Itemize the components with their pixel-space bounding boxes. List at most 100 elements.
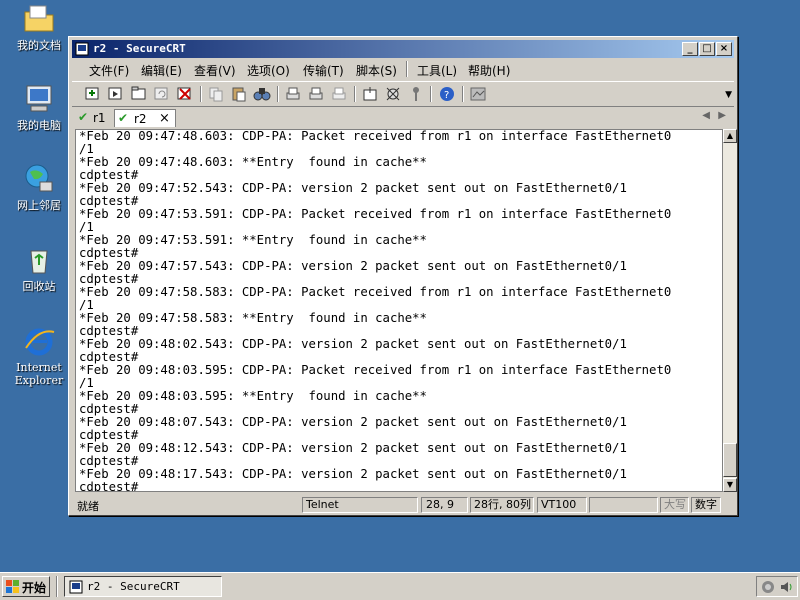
connect-tab-icon[interactable] [130,85,148,103]
tab-r2[interactable]: ✔ r2 × [114,109,176,127]
folder-icon [22,2,56,36]
menu-help[interactable]: 帮助(H) [468,62,510,79]
terminal-line: *Feb 20 09:48:07.543: CDP-PA: version 2 … [79,415,627,429]
connected-check-icon: ✔ [78,110,89,124]
terminal-line: *Feb 20 09:47:58.583: CDP-PA: Packet rec… [79,285,672,299]
tab-scroll-left-icon[interactable]: ◀ [702,110,710,121]
menu-view[interactable]: 查看(V) [194,62,236,79]
taskbar-item-securecrt[interactable]: r2 - SecureCRT [64,576,222,597]
status-size: 28行, 80列 [470,497,534,513]
print-screen-icon[interactable] [284,85,302,103]
status-cursor: 28, 9 [421,497,468,513]
maximize-button[interactable]: □ [699,42,715,56]
tab-scroll-right-icon[interactable]: ▶ [718,110,726,121]
map-icon[interactable] [469,85,487,103]
find-icon[interactable] [253,85,271,103]
scroll-thumb[interactable] [723,443,737,477]
connected-check-icon: ✔ [118,111,129,125]
tab-label: r2 [134,112,147,126]
menu-edit[interactable]: 编辑(E) [141,62,182,79]
help-icon[interactable]: ? [438,85,456,103]
securecrt-app-icon [75,42,89,56]
menu-script[interactable]: 脚本(S) [356,62,397,79]
internet-explorer-icon [22,324,56,358]
scroll-down-button[interactable]: ▼ [723,478,737,492]
copy-icon[interactable] [207,85,225,103]
desktop-icon-label: 回收站 [22,280,56,293]
taskbar: 开始 r2 - SecureCRT [0,572,800,600]
toolbar-overflow-icon[interactable]: ▼ [725,90,732,100]
toolbar-separator [277,86,279,102]
menu-file[interactable]: 文件(F) [89,62,129,79]
menu-transfer[interactable]: 传输(T) [303,62,344,79]
windows-logo-icon [6,580,19,596]
status-num: 数字 [691,497,721,513]
desktop-icon-internet-explorer[interactable]: Internet Explorer [4,324,74,387]
session-options-icon[interactable] [361,85,379,103]
toolbar-separator [354,86,356,102]
disconnect-icon[interactable] [176,85,194,103]
reconnect-icon[interactable] [153,85,171,103]
recycle-bin-icon [22,243,56,277]
menu-bar: 文件(F) 编辑(E) 查看(V) 选项(O) 传输(T) 脚本(S) 工具(L… [72,59,734,79]
terminal-line: cdptest# [79,480,139,492]
toolbar-separator [200,86,202,102]
minimize-button[interactable]: _ [682,42,698,56]
desktop-icon-label: 网上邻居 [17,199,61,212]
status-protocol: Telnet [302,497,418,513]
terminal-line: *Feb 20 09:47:53.591: CDP-PA: Packet rec… [79,207,672,221]
status-ready: 就绪 [77,500,99,513]
tab-r1[interactable]: ✔ r1 [76,109,112,127]
toolbar: ? ▼ [72,81,734,107]
terminal-line: *Feb 20 09:47:52.543: CDP-PA: version 2 … [79,181,627,195]
taskbar-separator [56,576,58,597]
tray-network-icon[interactable] [761,580,775,597]
desktop-icon-recycle-bin[interactable]: 回收站 [4,243,74,293]
taskbar-item-label: r2 - SecureCRT [87,580,180,593]
desktop-icon-label: 我的文档 [17,39,61,52]
status-empty [589,497,658,513]
network-icon [22,162,56,196]
menu-options[interactable]: 选项(O) [247,62,290,79]
keymap-icon[interactable] [407,85,425,103]
tab-close-icon[interactable]: × [159,111,170,126]
terminal-line: *Feb 20 09:48:02.543: CDP-PA: version 2 … [79,337,627,351]
terminal-lines: *Feb 20 09:47:48.603: CDP-PA: Packet rec… [79,129,672,492]
terminal-line: *Feb 20 09:48:12.543: CDP-PA: version 2 … [79,441,627,455]
terminal-line: *Feb 20 09:47:58.583: **Entry found in c… [79,311,427,325]
print-icon[interactable] [330,85,348,103]
menu-tools[interactable]: 工具(L) [417,62,457,79]
close-button[interactable]: × [716,42,732,56]
title-bar[interactable]: r2 - SecureCRT _ □ × [72,40,734,58]
terminal-line: *Feb 20 09:48:03.595: **Entry found in c… [79,389,427,403]
toolbar-separator [462,86,464,102]
start-button[interactable]: 开始 [2,576,50,597]
toolbar-separator [430,86,432,102]
status-bar: 就绪 Telnet 28, 9 28行, 80列 VT100 大写 数字 [72,496,734,514]
start-label: 开始 [22,581,47,595]
terminal-output[interactable]: *Feb 20 09:47:48.603: CDP-PA: Packet rec… [75,129,723,492]
global-options-icon[interactable] [384,85,402,103]
quick-connect-icon[interactable] [107,85,125,103]
paste-icon[interactable] [230,85,248,103]
status-emulation: VT100 [537,497,587,513]
computer-icon [22,82,56,116]
menu-separator [406,61,408,77]
print-selection-icon[interactable] [307,85,325,103]
window-title: r2 - SecureCRT [93,42,186,55]
terminal-line: *Feb 20 09:48:17.543: CDP-PA: version 2 … [79,467,627,481]
desktop-icon-label: Internet Explorer [14,361,64,387]
tray-volume-icon[interactable] [779,580,793,597]
terminal-line: *Feb 20 09:47:48.603: **Entry found in c… [79,155,427,169]
desktop-icon-my-documents[interactable]: 我的文档 [4,2,74,52]
desktop-icon-my-computer[interactable]: 我的电脑 [4,82,74,132]
status-caps: 大写 [660,497,689,513]
scroll-up-button[interactable]: ▲ [723,129,737,143]
svg-text:?: ? [444,90,449,101]
session-tabs: ✔ r1 ✔ r2 × ◀ ▶ [72,107,734,128]
desktop-icon-label: 我的电脑 [17,119,61,132]
vertical-scrollbar[interactable]: ▲ ▼ [723,129,737,492]
terminal-line: *Feb 20 09:47:48.603: CDP-PA: Packet rec… [79,129,672,143]
desktop-icon-network[interactable]: 网上邻居 [4,162,74,212]
connect-icon[interactable] [84,85,102,103]
